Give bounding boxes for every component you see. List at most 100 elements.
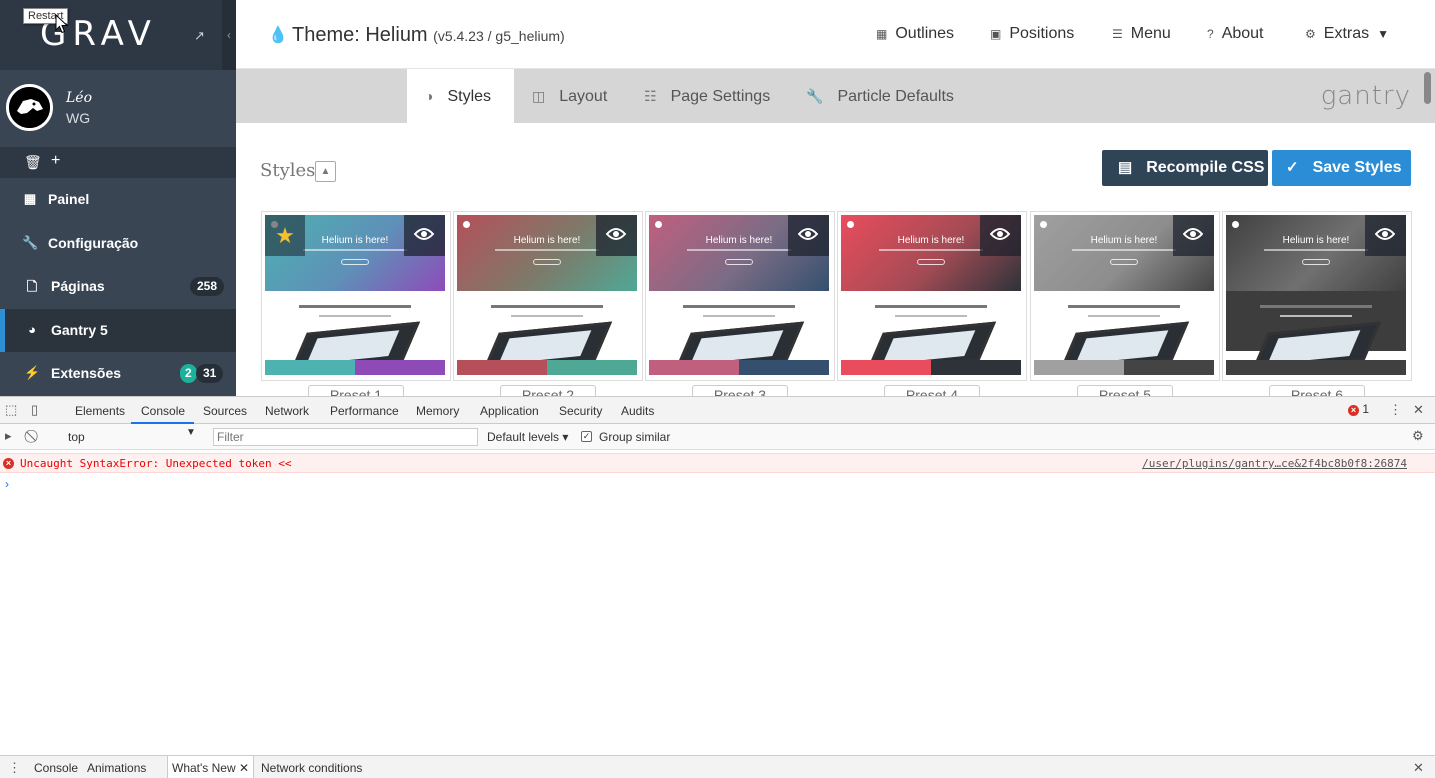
tab-layout[interactable]: ◫ Layout [532, 69, 607, 123]
devtools-tab-sources[interactable]: Sources [203, 404, 247, 418]
preset-logo-icon [847, 221, 854, 228]
section-title: Styles [260, 160, 316, 181]
extras-dropdown[interactable]: ⚙ Extras ▼ [1305, 25, 1389, 43]
preset-label[interactable]: Preset 1 [308, 385, 404, 396]
drawer-tab-whats-new[interactable]: What's New ✕ [167, 756, 255, 778]
sidebar-item-label: Extensões [51, 365, 122, 381]
close-drawer-icon[interactable]: ✕ [1413, 760, 1424, 776]
devtools-tab-security[interactable]: Security [559, 404, 602, 418]
context-selector[interactable]: top [60, 428, 200, 446]
positions-link[interactable]: ▣ Positions [990, 25, 1074, 43]
preview-line [511, 315, 583, 317]
preset-color-swatch [1316, 360, 1406, 375]
console-output[interactable]: × Uncaught SyntaxError: Unexpected token… [0, 450, 1435, 755]
error-counter[interactable]: × 1 [1348, 402, 1369, 416]
sidebar-item-gantry[interactable]: ◕ Gantry 5 [0, 309, 236, 352]
preset-label[interactable]: Preset 6 [1269, 385, 1365, 396]
error-source-link[interactable]: /user/plugins/gantry…ce&2f4bc8b0f8:26874 [1142, 457, 1407, 470]
sidebar-item-label: Gantry 5 [51, 322, 108, 338]
preset-label[interactable]: Preset 2 [500, 385, 596, 396]
devtools-tab-audits[interactable]: Audits [621, 404, 654, 418]
devtools-drawer: ⋮ Console Animations What's New ✕ Networ… [0, 755, 1435, 778]
recompile-css-button[interactable]: ▤ Recompile CSS [1102, 150, 1268, 186]
preview-eye-icon[interactable] [980, 215, 1021, 256]
drawer-tab-animations[interactable]: Animations [83, 756, 150, 778]
plug-icon: ⚡ [24, 365, 41, 380]
tab-particle-defaults[interactable]: 🔧 Particle Defaults [806, 69, 954, 123]
preset-color-swatch [649, 360, 739, 375]
drawer-tab-console[interactable]: Console [30, 756, 82, 778]
device-toolbar-icon[interactable]: ▯ [31, 402, 38, 418]
avatar[interactable] [6, 84, 53, 131]
preset-label[interactable]: Preset 3 [692, 385, 788, 396]
preset-color-swatch [931, 360, 1021, 375]
group-similar-checkbox[interactable]: ✓ [581, 431, 592, 442]
question-circle-icon: ? [1207, 27, 1214, 41]
console-prompt[interactable]: › [5, 477, 9, 491]
page-scrollbar[interactable] [1424, 72, 1431, 104]
preview-line [299, 305, 411, 308]
preset-card[interactable]: Helium is here! ★ [261, 211, 451, 381]
clear-cache-icon[interactable]: 🗑 [24, 154, 42, 171]
sidebar-item-painel[interactable]: ▦ Painel [0, 178, 236, 221]
recompile-label: Recompile CSS [1146, 159, 1265, 176]
collapse-toggle-icon[interactable]: ▲ [315, 161, 336, 182]
preset-thumbnail: Helium is here! ★ [265, 215, 445, 363]
devtools-tab-performance[interactable]: Performance [330, 404, 399, 418]
preset-hero-subtitle [879, 249, 983, 251]
preset-hero-button [725, 259, 753, 265]
preset-label[interactable]: Preset 4 [884, 385, 980, 396]
sidebar-item-paginas[interactable]: 🗋 Páginas 258 [0, 265, 236, 308]
preset-card[interactable]: Helium is here! [837, 211, 1027, 381]
preview-eye-icon[interactable] [1365, 215, 1406, 256]
error-icon: × [3, 458, 14, 469]
drawer-tab-network-conditions[interactable]: Network conditions [257, 756, 366, 778]
preset-card[interactable]: Helium is here! [645, 211, 835, 381]
collapse-sidebar-handle[interactable]: ‹ [222, 0, 236, 70]
save-styles-button[interactable]: ✓ Save Styles [1272, 150, 1411, 186]
preview-eye-icon[interactable] [788, 215, 829, 256]
quick-actions-bar: 🗑 + [0, 148, 236, 178]
filter-input[interactable] [213, 428, 478, 446]
styles-panel: Styles ▲ ▤ Recompile CSS ✓ Save Styles Hel… [236, 123, 1424, 396]
preview-eye-icon[interactable] [596, 215, 637, 256]
preset-label[interactable]: Preset 5 [1077, 385, 1173, 396]
close-tab-icon[interactable]: ✕ [239, 761, 249, 775]
log-levels-dropdown[interactable]: Default levels ▾ [487, 430, 568, 444]
devtools-tab-console[interactable]: Console [141, 404, 185, 418]
preset-card[interactable]: Helium is here! [453, 211, 643, 381]
sidebar-item-extensoes[interactable]: ⚡ Extensões 2 31 [0, 352, 236, 395]
positions-label: Positions [1009, 25, 1075, 42]
preset-card[interactable]: Helium is here! [1030, 211, 1220, 381]
sidebar-toggle-icon[interactable]: ▸ [5, 428, 12, 444]
inspect-element-icon[interactable]: ⬚ [5, 402, 17, 418]
devtools-tab-network[interactable]: Network [265, 404, 309, 418]
devtools-tabbar: ⬚ ▯ Elements Console Sources Network Per… [0, 397, 1435, 424]
list-check-icon: ☷ [644, 88, 657, 104]
external-link-icon[interactable]: ↗ [194, 28, 205, 44]
preview-eye-icon[interactable] [1173, 215, 1214, 256]
drawer-menu-icon[interactable]: ⋮ [8, 760, 21, 776]
close-devtools-icon[interactable]: ✕ [1413, 402, 1424, 418]
preset-card[interactable]: Helium is here! [1222, 211, 1412, 381]
preset-color-swatch [1226, 360, 1316, 375]
admin-viewport: GRAV ↗ ‹ Restart Léo WG 🗑 + ▦ Painel 🔧 C… [0, 0, 1435, 396]
preset-thumbnail: Helium is here! [841, 215, 1021, 363]
theme-version: (v5.4.23 / g5_helium) [433, 28, 565, 44]
add-icon[interactable]: + [51, 152, 60, 170]
sidebar-item-label: Páginas [51, 278, 105, 294]
about-link[interactable]: ? About [1207, 25, 1264, 43]
menu-link[interactable]: ☰ Menu [1112, 25, 1171, 43]
sidebar-item-configuracao[interactable]: 🔧 Configuração [0, 222, 236, 265]
console-settings-gear-icon[interactable]: ⚙ [1412, 428, 1424, 444]
devtools-tab-elements[interactable]: Elements [75, 404, 125, 418]
devtools-tab-memory[interactable]: Memory [416, 404, 459, 418]
about-label: About [1221, 25, 1264, 42]
devtools-tab-application[interactable]: Application [480, 404, 539, 418]
more-options-icon[interactable]: ⋮ [1389, 402, 1402, 418]
preview-eye-icon[interactable] [404, 215, 445, 256]
outlines-link[interactable]: ▦ Outlines [876, 25, 954, 43]
tab-styles[interactable]: ◑ Styles [407, 69, 514, 123]
user-profile[interactable]: Léo WG [0, 70, 236, 148]
tab-page-settings[interactable]: ☷ Page Settings [644, 69, 770, 123]
